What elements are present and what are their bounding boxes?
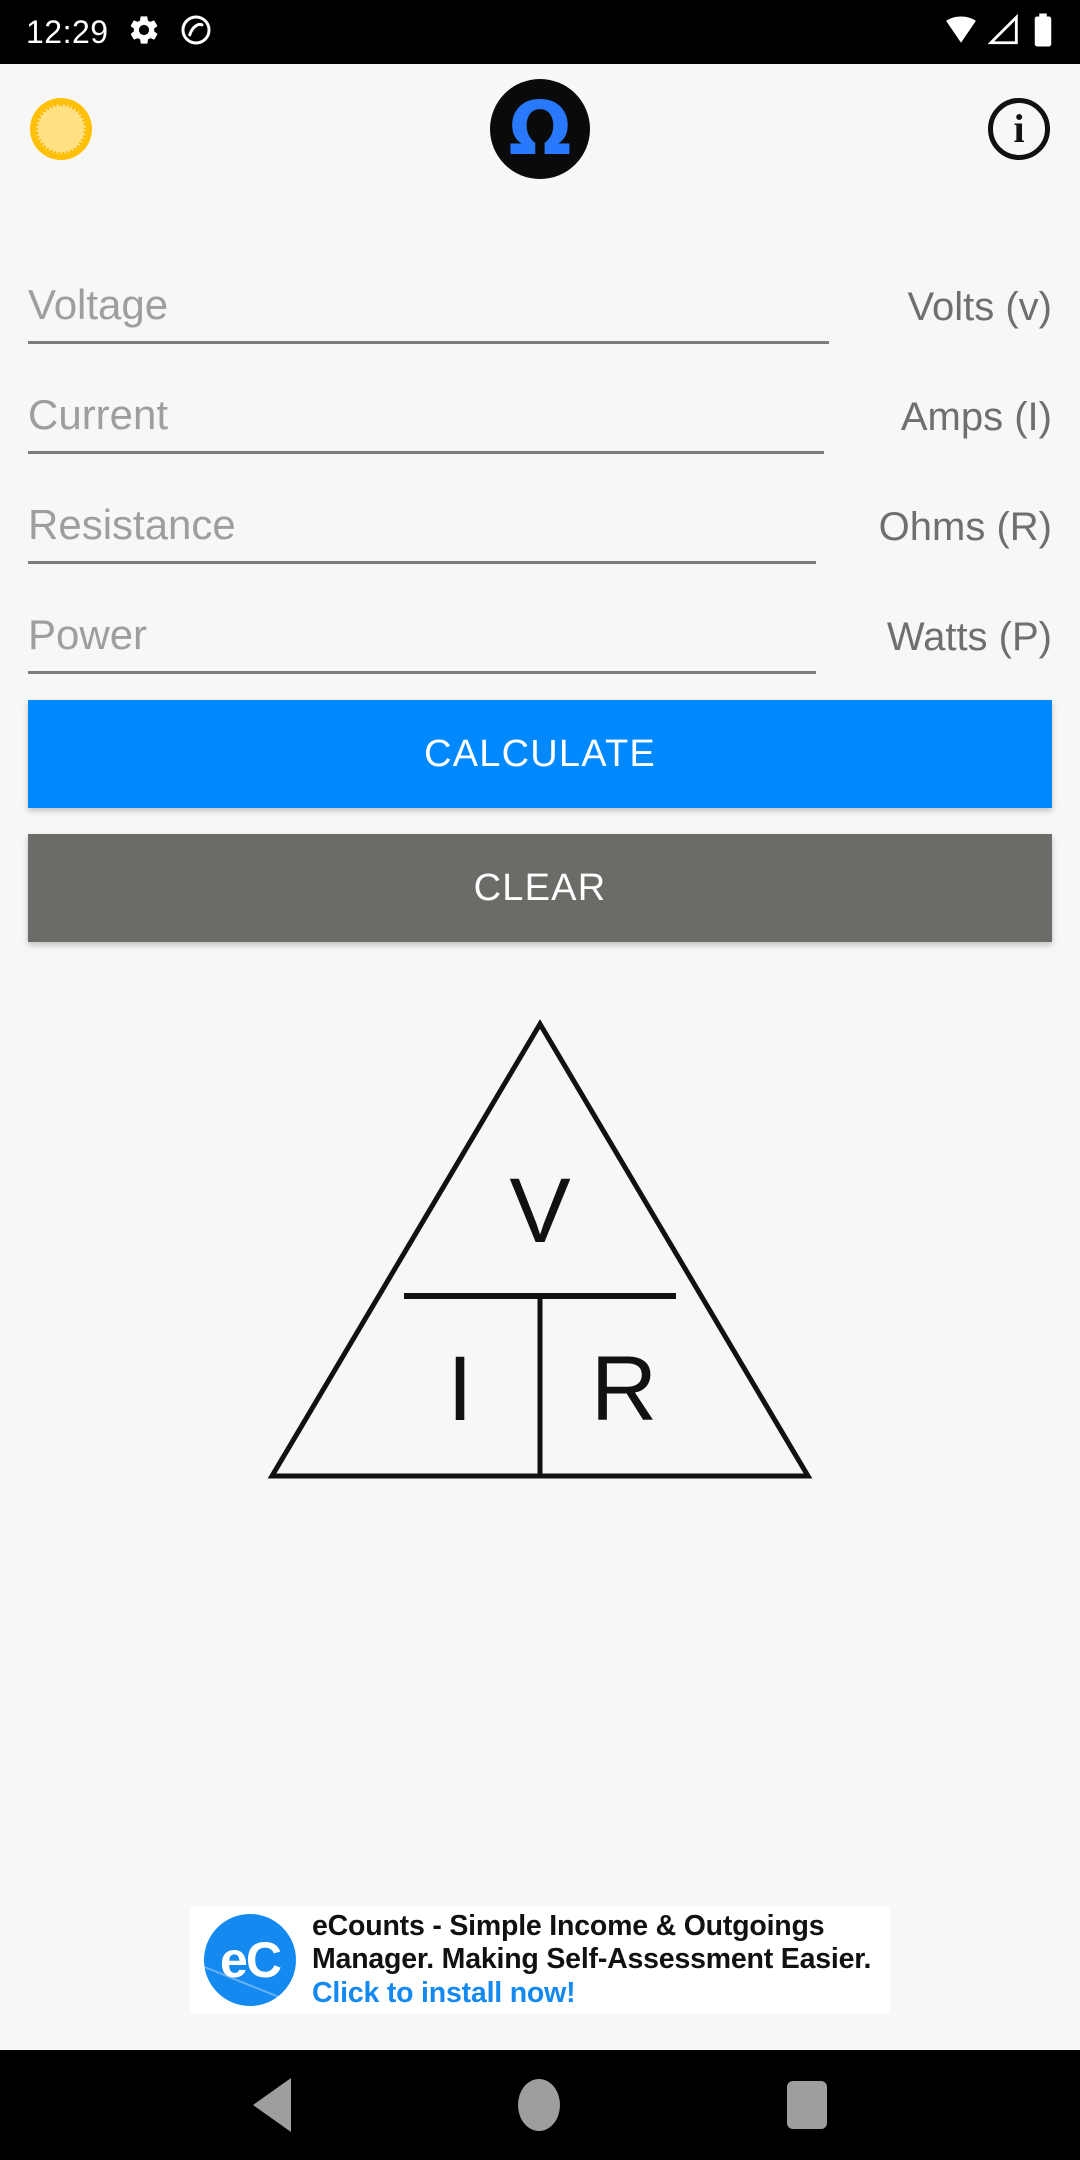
ecounts-logo-text: eC xyxy=(220,1932,282,1988)
ad-text-block: eCounts - Simple Income & Outgoings Mana… xyxy=(312,1910,880,2011)
back-icon[interactable] xyxy=(253,2078,292,2132)
do-not-disturb-icon xyxy=(179,13,213,52)
omega-logo-glyph: Ω xyxy=(508,85,572,172)
resistance-unit-label: Ohms (R) xyxy=(878,505,1052,549)
current-unit-label: Amps (I) xyxy=(900,395,1052,439)
status-bar-clock: 12:29 xyxy=(26,14,109,50)
ad-body-text: eCounts - Simple Income & Outgoings Mana… xyxy=(312,1909,872,1976)
voltage-field-row: Volts (v) xyxy=(28,234,1052,344)
resistance-input[interactable] xyxy=(28,501,816,549)
status-bar: 12:29 xyxy=(0,0,1080,64)
omega-logo-circle: Ω xyxy=(490,79,590,179)
status-bar-right xyxy=(944,12,1054,53)
triangle-letter-i: I xyxy=(447,1338,473,1440)
coin-up-arrow-icon[interactable] xyxy=(30,98,92,160)
gear-icon xyxy=(127,13,161,52)
voltage-input[interactable] xyxy=(28,281,829,329)
app-root: 12:29 Ω i Voltage Volts (v) Current Amps… xyxy=(0,0,1080,2160)
battery-icon xyxy=(1032,12,1054,53)
app-header: Ω i xyxy=(0,64,1080,194)
current-input-wrap[interactable] xyxy=(28,391,824,454)
current-input[interactable] xyxy=(28,391,824,439)
home-icon[interactable] xyxy=(517,2079,560,2131)
voltage-unit-label: Volts (v) xyxy=(907,285,1052,329)
ohms-law-triangle: V I R xyxy=(267,1019,813,1479)
ad-zone: eC eCounts - Simple Income & Outgoings M… xyxy=(0,1906,1080,2050)
wifi-icon xyxy=(944,13,978,52)
resistance-input-wrap[interactable] xyxy=(28,501,816,564)
calculate-button[interactable]: CALCULATE xyxy=(28,700,1052,808)
triangle-letter-r: R xyxy=(591,1338,657,1440)
ad-banner[interactable]: eC eCounts - Simple Income & Outgoings M… xyxy=(190,1906,890,2014)
ad-cta-link[interactable]: Click to install now! xyxy=(312,1977,576,2009)
power-input[interactable] xyxy=(28,611,816,659)
power-input-wrap[interactable] xyxy=(28,611,816,674)
current-field-row: Amps (I) xyxy=(28,344,1052,454)
status-bar-left: 12:29 xyxy=(26,13,213,52)
input-fields-group: Volts (v) Amps (I) Ohms (R) Watts (P) xyxy=(0,194,1080,674)
resistance-field-row: Ohms (R) xyxy=(28,454,1052,564)
signal-icon xyxy=(987,13,1022,52)
action-buttons: CALCULATE CLEAR xyxy=(0,674,1080,942)
ohms-law-triangle-area: V I R xyxy=(0,942,1080,1906)
clear-button[interactable]: CLEAR xyxy=(28,834,1052,942)
triangle-letter-v: V xyxy=(509,1160,570,1262)
power-field-row: Watts (P) xyxy=(28,564,1052,674)
power-unit-label: Watts (P) xyxy=(886,615,1052,659)
android-nav-bar xyxy=(0,2050,1080,2160)
recents-icon[interactable] xyxy=(786,2081,827,2129)
omega-logo-icon[interactable]: Ω xyxy=(490,79,590,179)
info-icon[interactable]: i xyxy=(988,98,1050,160)
ecounts-logo-icon: eC xyxy=(204,1914,296,2006)
info-glyph: i xyxy=(1013,106,1025,151)
voltage-input-wrap[interactable] xyxy=(28,281,829,344)
